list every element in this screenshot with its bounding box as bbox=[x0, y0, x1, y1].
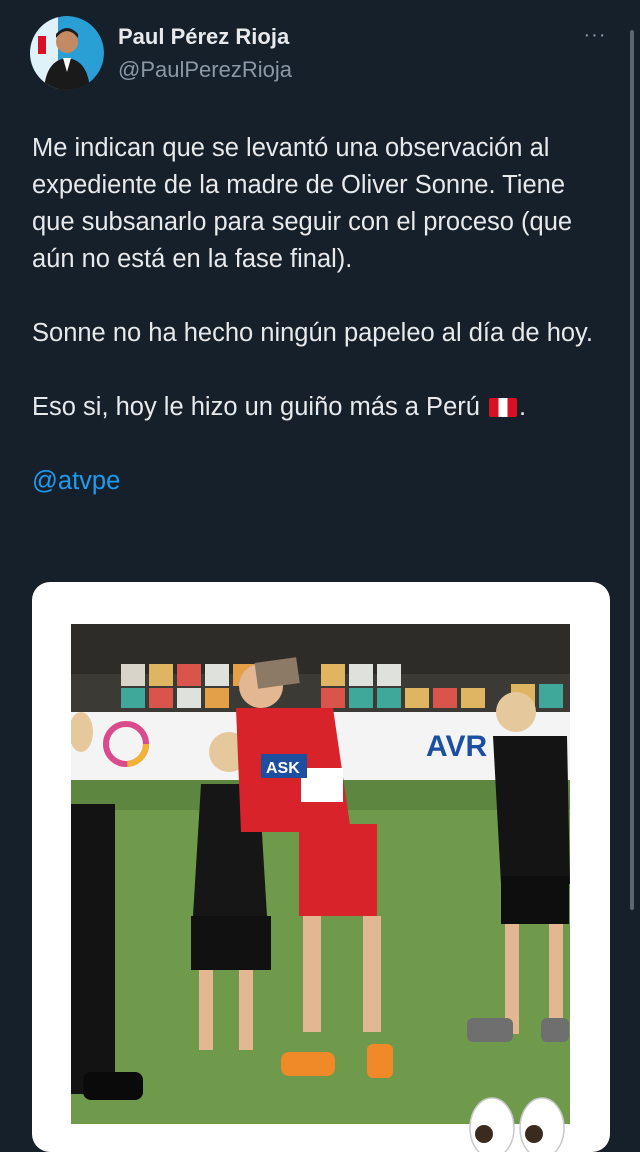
author-display-name[interactable]: Paul Pérez Rioja bbox=[118, 24, 289, 50]
more-options-icon[interactable]: ··· bbox=[580, 25, 610, 48]
tweet-paragraph: Me indican que se levantó una observació… bbox=[32, 134, 573, 273]
banner-text: AVR bbox=[426, 730, 487, 763]
tweet-mention-line: @atvpe bbox=[32, 463, 612, 500]
tweet-paragraph-end: . bbox=[519, 393, 527, 421]
jersey-sponsor-text: ASK bbox=[266, 760, 300, 777]
mention-link[interactable]: @atvpe bbox=[32, 467, 120, 495]
peru-flag-icon bbox=[489, 398, 518, 417]
author-avatar[interactable] bbox=[30, 16, 104, 90]
tweet-photo: AVR ASK bbox=[71, 624, 570, 1124]
scrollbar[interactable] bbox=[630, 30, 634, 910]
author-handle[interactable]: @PaulPerezRioja bbox=[118, 57, 292, 83]
tweet-paragraph: Sonne no ha hecho ningún papeleo al día … bbox=[32, 319, 593, 347]
eyes-emoji-icon bbox=[469, 1097, 565, 1152]
tweet-paragraph-text: Eso si, hoy le hizo un guiño más a Perú bbox=[32, 393, 480, 421]
tweet-text: Me indican que se levantó una observació… bbox=[32, 130, 612, 537]
tweet-paragraph: Eso si, hoy le hizo un guiño más a Perú … bbox=[32, 389, 612, 426]
tweet-media-card[interactable]: AVR ASK bbox=[32, 582, 610, 1152]
